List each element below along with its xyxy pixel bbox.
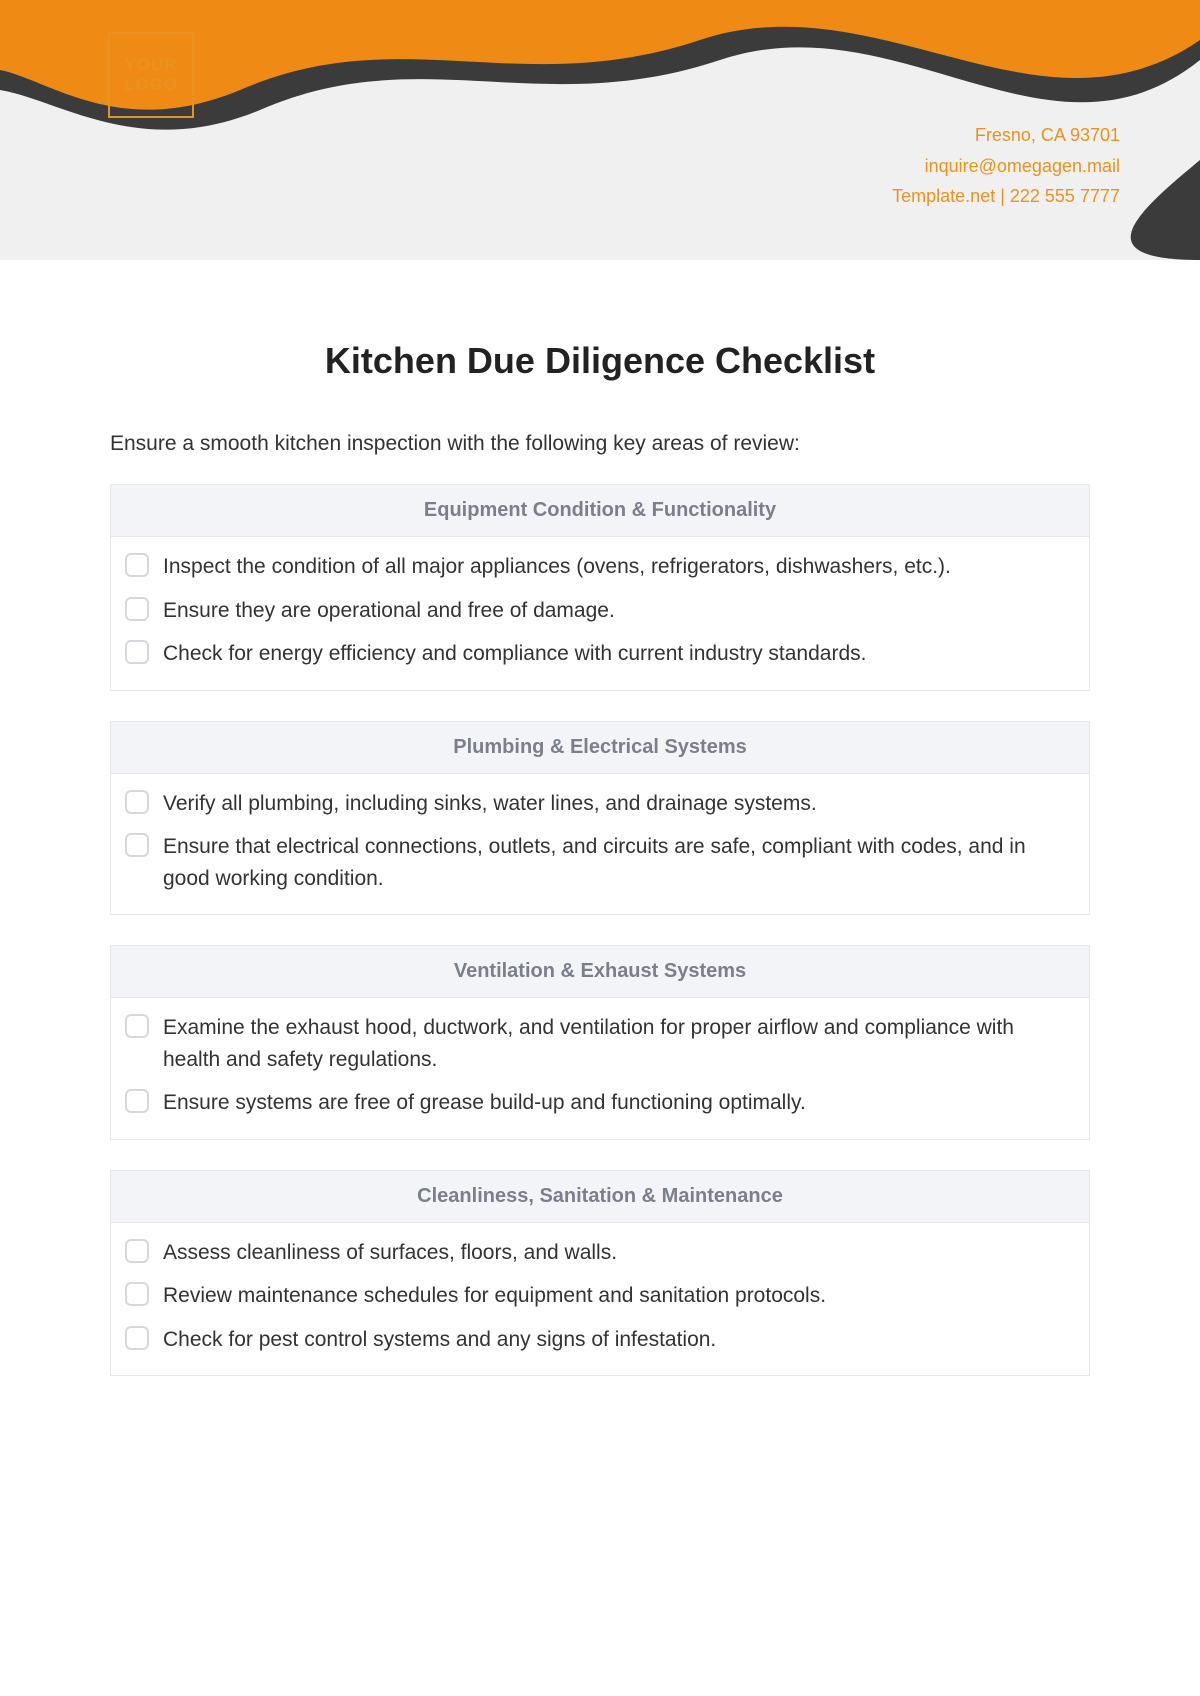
checklist-item-text: Examine the exhaust hood, ductwork, and …	[163, 1012, 1075, 1075]
section-heading: Cleanliness, Sanitation & Maintenance	[111, 1171, 1089, 1223]
contact-address: Fresno, CA 93701	[892, 120, 1120, 151]
checklist-item-text: Inspect the condition of all major appli…	[163, 551, 951, 583]
checklist-item-text: Ensure systems are free of grease build-…	[163, 1087, 806, 1119]
content-area: Kitchen Due Diligence Checklist Ensure a…	[0, 260, 1200, 1446]
list-item: Inspect the condition of all major appli…	[125, 545, 1075, 589]
logo-text-line1: YOUR	[124, 55, 177, 75]
checklist-item-text: Check for pest control systems and any s…	[163, 1324, 716, 1356]
checkbox-icon[interactable]	[125, 1089, 149, 1113]
checklist-item-text: Ensure they are operational and free of …	[163, 595, 615, 627]
checklist-section: Plumbing & Electrical Systems Verify all …	[110, 721, 1090, 916]
checkbox-icon[interactable]	[125, 1326, 149, 1350]
checklist-item-text: Ensure that electrical connections, outl…	[163, 831, 1075, 894]
section-body: Examine the exhaust hood, ductwork, and …	[111, 998, 1089, 1139]
section-body: Inspect the condition of all major appli…	[111, 537, 1089, 690]
section-heading: Equipment Condition & Functionality	[111, 485, 1089, 537]
contact-block: Fresno, CA 93701 inquire@omegagen.mail T…	[892, 120, 1120, 212]
checklist-item-text: Assess cleanliness of surfaces, floors, …	[163, 1237, 617, 1269]
checkbox-icon[interactable]	[125, 1239, 149, 1263]
section-heading: Ventilation & Exhaust Systems	[111, 946, 1089, 998]
list-item: Check for energy efficiency and complian…	[125, 632, 1075, 676]
checklist-section: Ventilation & Exhaust Systems Examine the…	[110, 945, 1090, 1140]
checklist-item-text: Check for energy efficiency and complian…	[163, 638, 866, 670]
list-item: Ensure systems are free of grease build-…	[125, 1081, 1075, 1125]
contact-email: inquire@omegagen.mail	[892, 151, 1120, 182]
intro-text: Ensure a smooth kitchen inspection with …	[110, 432, 1090, 456]
contact-site-phone: Template.net | 222 555 7777	[892, 181, 1120, 212]
list-item: Check for pest control systems and any s…	[125, 1318, 1075, 1362]
list-item: Assess cleanliness of surfaces, floors, …	[125, 1231, 1075, 1275]
section-body: Assess cleanliness of surfaces, floors, …	[111, 1223, 1089, 1376]
list-item: Review maintenance schedules for equipme…	[125, 1274, 1075, 1318]
checkbox-icon[interactable]	[125, 1014, 149, 1038]
list-item: Verify all plumbing, including sinks, wa…	[125, 782, 1075, 826]
checkbox-icon[interactable]	[125, 833, 149, 857]
checkbox-icon[interactable]	[125, 597, 149, 621]
section-body: Verify all plumbing, including sinks, wa…	[111, 774, 1089, 915]
list-item: Ensure they are operational and free of …	[125, 589, 1075, 633]
checkbox-icon[interactable]	[125, 553, 149, 577]
checklist-item-text: Verify all plumbing, including sinks, wa…	[163, 788, 817, 820]
logo-text-line2: LOGO	[124, 75, 178, 95]
checkbox-icon[interactable]	[125, 1282, 149, 1306]
checkbox-icon[interactable]	[125, 640, 149, 664]
header-band: YOUR LOGO Fresno, CA 93701 inquire@omega…	[0, 0, 1200, 260]
checklist-item-text: Review maintenance schedules for equipme…	[163, 1280, 826, 1312]
list-item: Examine the exhaust hood, ductwork, and …	[125, 1006, 1075, 1081]
checklist-section: Cleanliness, Sanitation & Maintenance Ass…	[110, 1170, 1090, 1377]
page-title: Kitchen Due Diligence Checklist	[110, 340, 1090, 382]
checkbox-icon[interactable]	[125, 790, 149, 814]
logo-placeholder: YOUR LOGO	[108, 32, 194, 118]
checklist-section: Equipment Condition & Functionality Inspe…	[110, 484, 1090, 691]
list-item: Ensure that electrical connections, outl…	[125, 825, 1075, 900]
section-heading: Plumbing & Electrical Systems	[111, 722, 1089, 774]
